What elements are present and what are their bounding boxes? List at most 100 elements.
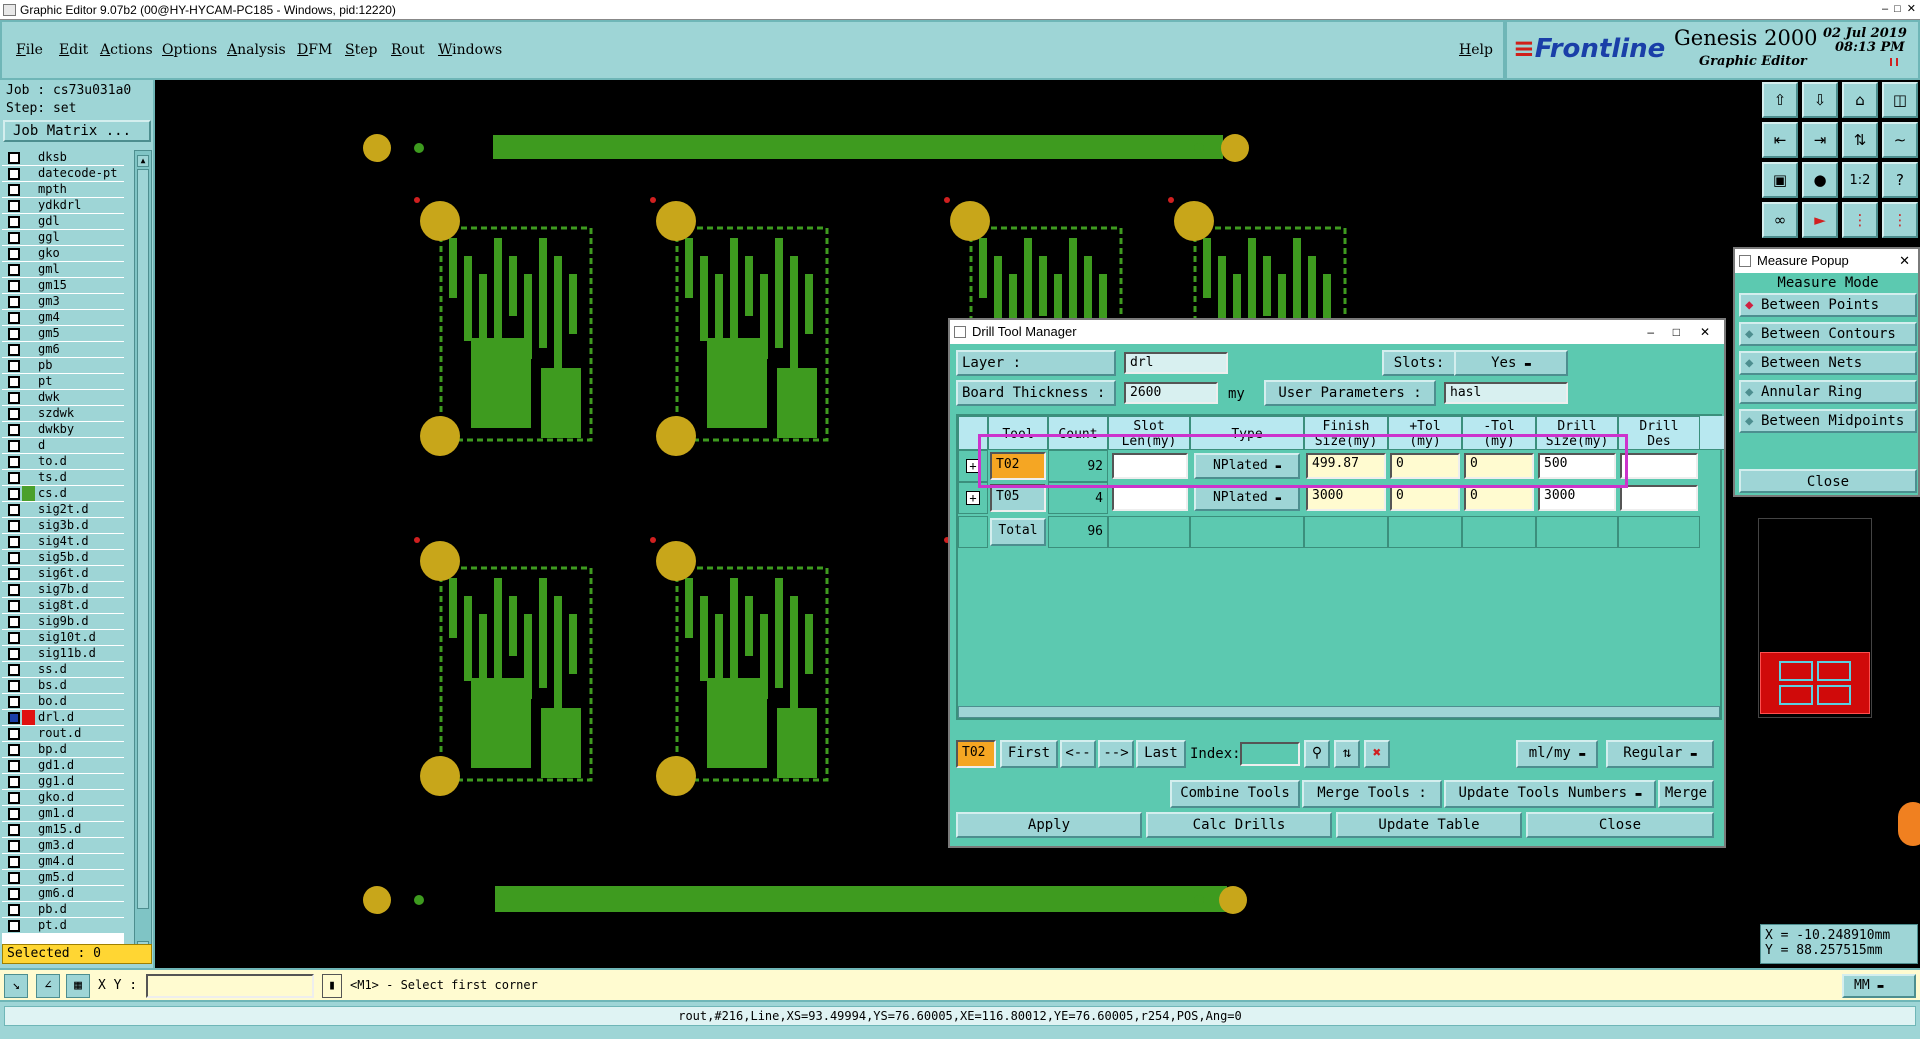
layer-checkbox[interactable]	[8, 472, 20, 484]
layer-checkbox[interactable]	[8, 456, 20, 468]
layer-row[interactable]: mpth	[2, 182, 124, 198]
layer-row[interactable]: gko	[2, 246, 124, 262]
layer-checkbox[interactable]	[8, 872, 20, 884]
delete-icon[interactable]: ✖	[1364, 740, 1390, 768]
layer-row[interactable]: cs.d	[2, 486, 124, 502]
menu-options[interactable]: Options	[162, 42, 217, 58]
measure-icon[interactable]: ∞	[1762, 202, 1798, 238]
mode-dropdown[interactable]: Regular ▬	[1606, 740, 1714, 768]
layer-checkbox[interactable]	[8, 648, 20, 660]
layer-row[interactable]: sig7b.d	[2, 582, 124, 598]
layer-row[interactable]: gml	[2, 262, 124, 278]
user-params-field[interactable]: hasl	[1444, 382, 1568, 404]
layer-checkbox[interactable]	[8, 840, 20, 852]
menu-rout[interactable]: Rout	[391, 42, 425, 58]
layer-row[interactable]: gm6.d	[2, 886, 124, 902]
minus-tol-field[interactable]: 0	[1464, 485, 1534, 511]
layer-row[interactable]: sig3b.d	[2, 518, 124, 534]
units-dropdown[interactable]: MM ▬	[1842, 974, 1916, 998]
drill-size-field[interactable]: 3000	[1538, 485, 1616, 511]
layer-checkbox[interactable]	[8, 680, 20, 692]
layer-checkbox[interactable]	[8, 488, 20, 500]
table-hscrollbar[interactable]	[958, 706, 1720, 718]
layer-row[interactable]: gd1.d	[2, 758, 124, 774]
layer-checkbox[interactable]	[8, 920, 20, 932]
first-button[interactable]: First	[1000, 740, 1058, 768]
type-dropdown[interactable]: NPlated ▬	[1194, 485, 1300, 511]
layer-checkbox[interactable]	[8, 520, 20, 532]
float-badge[interactable]	[1898, 802, 1920, 846]
layer-row[interactable]: gko.d	[2, 790, 124, 806]
layer-checkbox[interactable]	[8, 584, 20, 596]
close-icon[interactable]: ✕	[1899, 249, 1910, 273]
restore-icon[interactable]: □	[1894, 2, 1901, 16]
home-icon[interactable]: ⌂	[1842, 82, 1878, 118]
grid-tool-icon[interactable]: ▦	[66, 974, 90, 998]
merge-button[interactable]: Merge	[1658, 780, 1714, 808]
layer-checkbox[interactable]	[8, 152, 20, 164]
layer-row[interactable]: sig11b.d	[2, 646, 124, 662]
close-icon[interactable]: ✕	[1907, 2, 1916, 16]
search-icon[interactable]: ⚲	[1304, 740, 1330, 768]
zoom-out-icon[interactable]: ●	[1802, 162, 1838, 198]
measure-mode-option[interactable]: ◆ Annular Ring	[1739, 380, 1917, 404]
info-icon[interactable]: ▮	[322, 974, 342, 998]
layer-checkbox[interactable]	[8, 312, 20, 324]
layer-row[interactable]: gm15	[2, 278, 124, 294]
measure-mode-option[interactable]: ◆ Between Midpoints	[1739, 409, 1917, 433]
layer-row[interactable]: gm4	[2, 310, 124, 326]
minimize-icon[interactable]: –	[1647, 320, 1654, 344]
layer-row[interactable]: drl.d	[2, 710, 124, 726]
prev-button[interactable]: <--	[1060, 740, 1096, 768]
layer-row[interactable]: gdl	[2, 214, 124, 230]
layer-row[interactable]: ts.d	[2, 470, 124, 486]
layer-row[interactable]: bp.d	[2, 742, 124, 758]
layer-checkbox[interactable]	[8, 440, 20, 452]
layers-red-icon[interactable]: ⋮	[1842, 202, 1878, 238]
finish-size-field[interactable]: 3000	[1306, 485, 1386, 511]
tool-name[interactable]: T05	[990, 484, 1046, 512]
pin-icon[interactable]: ►	[1802, 202, 1838, 238]
layer-row[interactable]: gg1.d	[2, 774, 124, 790]
layer-checkbox[interactable]	[8, 216, 20, 228]
zoom-area-icon[interactable]: ⇅	[1842, 122, 1878, 158]
layer-checkbox[interactable]	[8, 568, 20, 580]
layer-row[interactable]: gm1.d	[2, 806, 124, 822]
layer-checkbox[interactable]	[8, 168, 20, 180]
layer-checkbox[interactable]	[8, 280, 20, 292]
layer-checkbox[interactable]	[8, 248, 20, 260]
last-button[interactable]: Last	[1136, 740, 1186, 768]
layer-row[interactable]: gm4.d	[2, 854, 124, 870]
board-thickness-field[interactable]: 2600	[1124, 382, 1218, 404]
overview-map[interactable]	[1760, 652, 1870, 714]
menu-windows[interactable]: Windows	[438, 42, 502, 58]
layer-checkbox[interactable]	[8, 728, 20, 740]
layer-row[interactable]: d	[2, 438, 124, 454]
layer-row[interactable]: ggl	[2, 230, 124, 246]
menu-dfm[interactable]: DFM	[297, 42, 332, 58]
save-icon[interactable]: ⇩	[1802, 82, 1838, 118]
layer-checkbox[interactable]	[8, 264, 20, 276]
layer-checkbox[interactable]	[8, 424, 20, 436]
update-numbers-dropdown[interactable]: Update Tools Numbers ▬	[1444, 780, 1656, 808]
current-tool-field[interactable]: T02	[956, 740, 996, 768]
layer-checkbox[interactable]	[8, 744, 20, 756]
layer-checkbox[interactable]	[8, 808, 20, 820]
layer-checkbox[interactable]	[8, 712, 20, 724]
help-icon[interactable]: ?	[1882, 162, 1918, 198]
layer-checkbox[interactable]	[8, 536, 20, 548]
layer-checkbox[interactable]	[8, 792, 20, 804]
drill-des-field[interactable]	[1620, 485, 1698, 511]
units-dropdown[interactable]: ml/my ▬	[1516, 740, 1598, 768]
layer-checkbox[interactable]	[8, 392, 20, 404]
maximize-icon[interactable]: □	[1673, 320, 1680, 344]
plus-tol-field[interactable]: 0	[1390, 485, 1460, 511]
layer-row[interactable]: ydkdrl	[2, 198, 124, 214]
layer-checkbox[interactable]	[8, 184, 20, 196]
layer-row[interactable]: sig5b.d	[2, 550, 124, 566]
next-button[interactable]: -->	[1098, 740, 1134, 768]
layer-row[interactable]: dwk	[2, 390, 124, 406]
layer-row[interactable]: gm6	[2, 342, 124, 358]
layer-list-scrollbar[interactable]: ▲ ▼	[134, 150, 152, 958]
layer-row[interactable]: pb	[2, 358, 124, 374]
